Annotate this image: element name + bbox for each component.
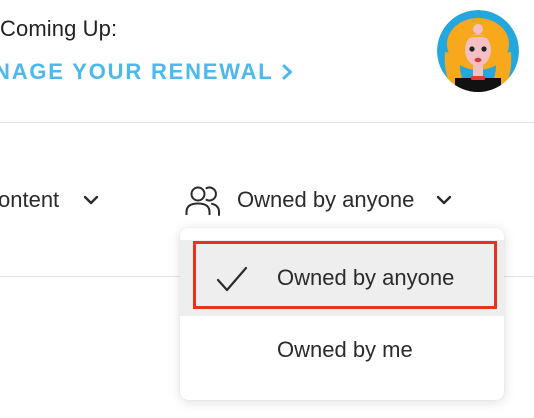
avatar[interactable] (437, 10, 519, 92)
option-label: Owned by anyone (277, 265, 455, 290)
owner-filter-dropdown[interactable]: Owned by anyone (185, 182, 452, 218)
content-filter-dropdown[interactable]: ontent (0, 184, 99, 216)
checkmark-icon (216, 266, 248, 292)
option-owned-by-anyone[interactable]: Owned by anyone (180, 240, 504, 316)
user-avatar-illustration-icon (437, 10, 519, 92)
owner-filter-label: Owned by anyone (237, 187, 415, 212)
manage-renewal-label: NAGE YOUR RENEWAL (0, 59, 274, 84)
chevron-right-icon (282, 64, 293, 80)
chevron-down-icon (436, 195, 452, 205)
page: Coming Up: NAGE YOUR RENEWAL ontent Owne… (0, 0, 534, 418)
owner-dropdown-menu: Owned by anyone Owned by me (180, 228, 504, 400)
option-owned-by-me[interactable]: Owned by me (180, 316, 504, 384)
option-label: Owned by me (277, 337, 413, 362)
manage-renewal-link[interactable]: NAGE YOUR RENEWAL (0, 59, 293, 85)
content-filter-label: ontent (0, 187, 60, 212)
coming-up-label: Coming Up: (0, 16, 118, 41)
chevron-down-icon (83, 195, 99, 205)
people-icon (185, 184, 221, 216)
header-divider (0, 122, 534, 123)
